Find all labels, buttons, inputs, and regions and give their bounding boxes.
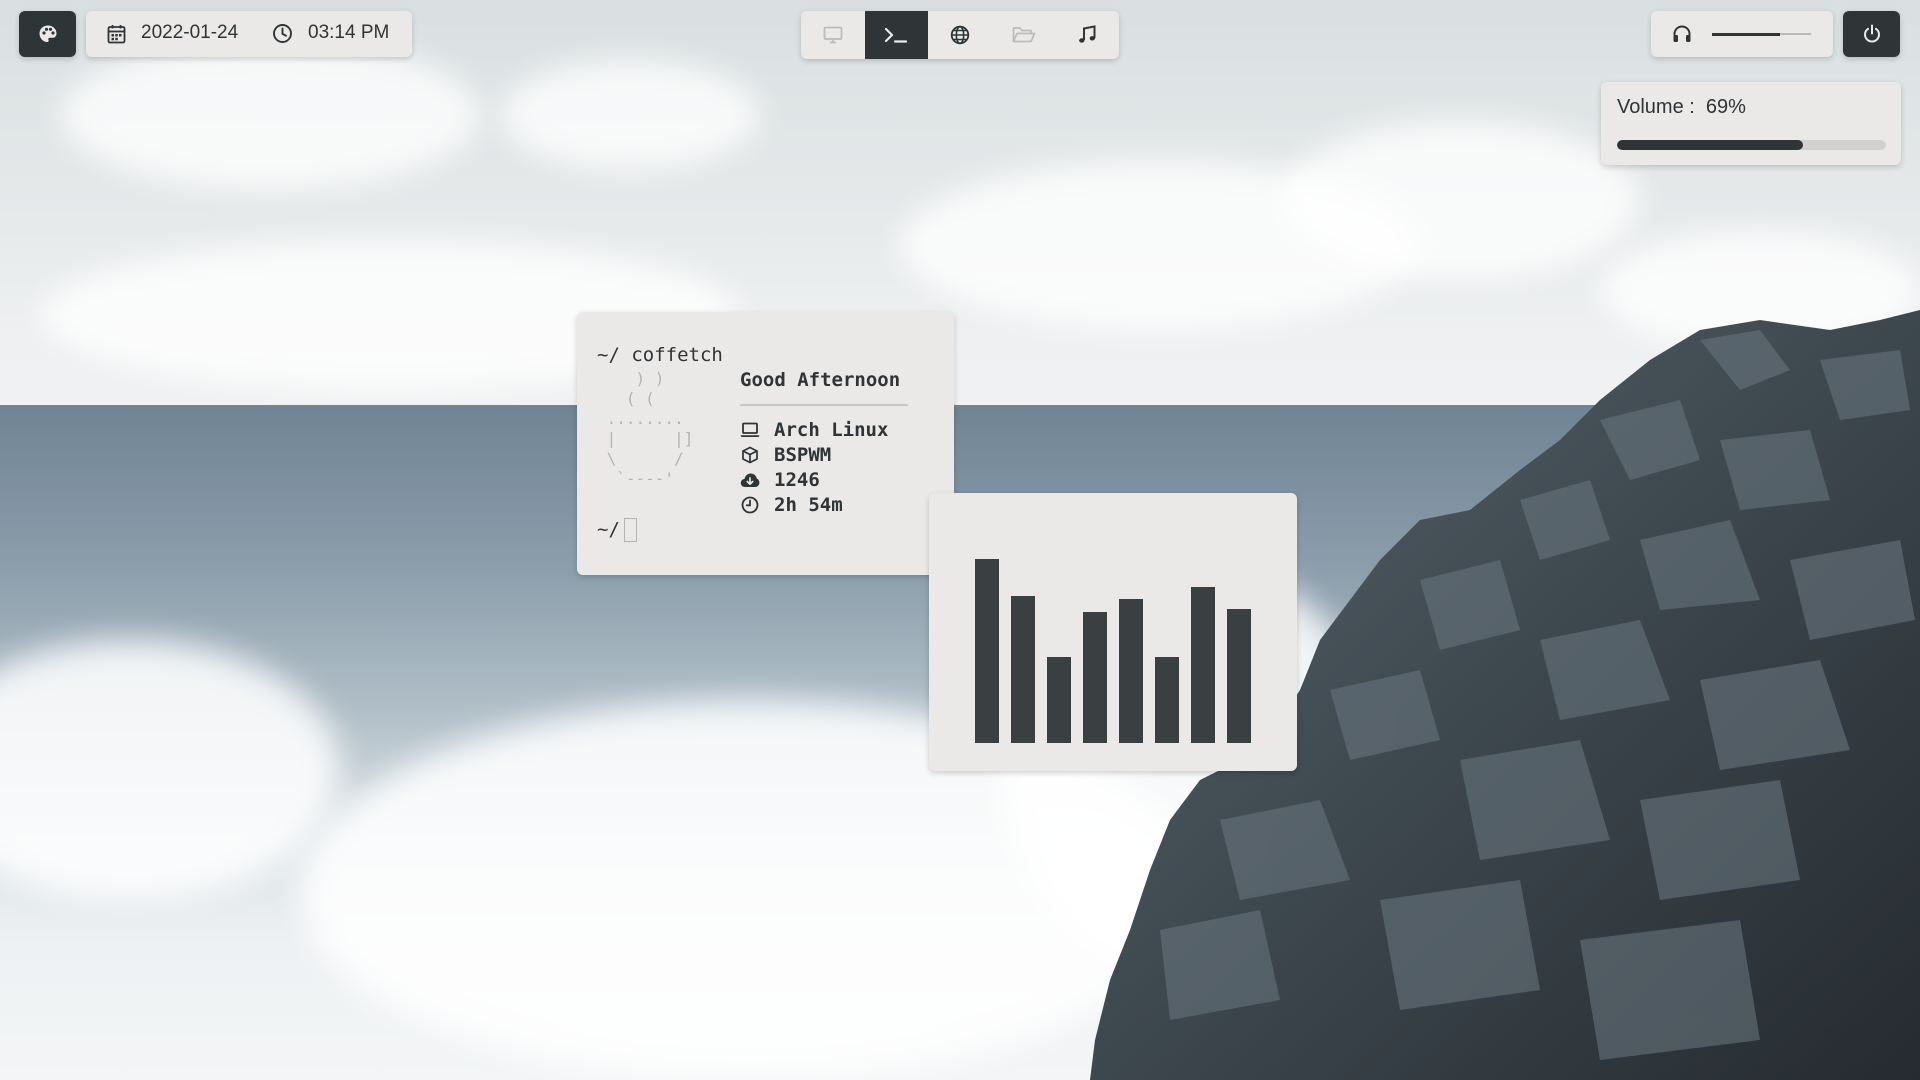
visualizer-bar xyxy=(975,559,999,743)
volume-label: Volume : 69% xyxy=(1617,96,1746,118)
info-row-packages: 1246 xyxy=(740,469,820,491)
time-text: 03:14 PM xyxy=(308,22,390,43)
clock-icon xyxy=(740,496,760,514)
visualizer-bar xyxy=(1047,657,1071,743)
workspace-tab-1[interactable] xyxy=(801,11,865,59)
workspace-tab-3[interactable] xyxy=(928,11,992,59)
volume-progress-track[interactable] xyxy=(1617,140,1886,150)
globe-icon xyxy=(950,25,970,45)
visualizer-bar xyxy=(1083,612,1107,743)
power-icon xyxy=(1862,24,1882,44)
cube-icon xyxy=(740,446,760,464)
info-row-os: Arch Linux xyxy=(740,419,888,441)
visualizer-bar xyxy=(1119,599,1143,743)
audio-widget[interactable] xyxy=(1651,11,1833,57)
palette-icon xyxy=(38,24,58,44)
visualizer-bar xyxy=(1011,596,1035,743)
monitor-icon xyxy=(823,26,843,44)
audio-visualizer xyxy=(929,493,1297,771)
greeting-divider xyxy=(740,404,908,406)
visualizer-bar xyxy=(1191,587,1215,743)
datetime-widget: 2022-01-24 03:14 PM xyxy=(86,11,412,57)
volume-slider-fill xyxy=(1712,32,1781,36)
info-os-text: Arch Linux xyxy=(774,419,889,441)
prompt-text: ~/ xyxy=(597,518,620,541)
greeting-text: Good Afternoon xyxy=(740,369,901,391)
music-note-icon xyxy=(1077,25,1097,45)
terminal-icon xyxy=(884,26,908,44)
workspace-tab-4[interactable] xyxy=(992,11,1056,59)
theme-button[interactable] xyxy=(19,11,76,57)
info-uptime-text: 2h 54m xyxy=(774,494,843,516)
volume-popup: Volume : 69% xyxy=(1601,82,1901,165)
info-row-uptime: 2h 54m xyxy=(740,494,843,516)
visualizer-bar xyxy=(1227,609,1251,743)
calendar-icon xyxy=(107,24,126,44)
prompt-line: ~/ xyxy=(597,518,637,542)
workspace-tab-5[interactable] xyxy=(1055,11,1119,59)
info-row-wm: BSPWM xyxy=(740,444,831,466)
workspace-switcher xyxy=(801,11,1119,59)
workspace-tab-2[interactable] xyxy=(864,11,929,59)
power-button[interactable] xyxy=(1843,11,1900,57)
clock-icon xyxy=(272,23,293,44)
date-text: 2022-01-24 xyxy=(141,22,239,43)
laptop-icon xyxy=(740,422,760,438)
volume-progress-fill xyxy=(1617,140,1803,150)
terminal-window[interactable]: ~/ coffetch ) ) ( ( ........ | |] \ / `-… xyxy=(577,312,954,575)
headphones-icon xyxy=(1672,24,1692,44)
cloud-download-icon xyxy=(740,472,760,489)
folder-icon xyxy=(1012,26,1036,44)
info-wm-text: BSPWM xyxy=(774,444,832,466)
text-cursor xyxy=(623,518,637,542)
visualizer-bar xyxy=(1155,657,1179,743)
command-line: ~/ coffetch xyxy=(597,344,723,366)
info-packages-text: 1246 xyxy=(774,469,820,491)
coffee-cup-art: ) ) ( ( ........ | |] \ / `----' xyxy=(606,369,694,488)
